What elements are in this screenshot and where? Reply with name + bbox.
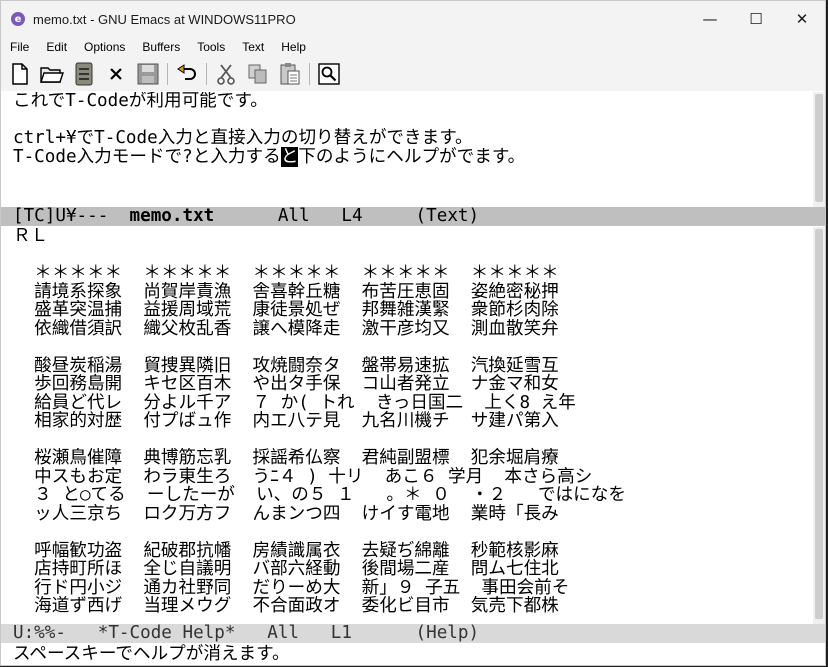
menu-edit[interactable]: Edit: [37, 40, 75, 54]
menu-text[interactable]: Text: [233, 40, 272, 54]
help-line: 請境系探象 尚賀岸責漁 舎喜幹丘糖 布苦圧恵固 姿絶密秘押: [13, 281, 559, 302]
emacs-window: e memo.txt - GNU Emacs at WINDOWS11PRO —…: [0, 0, 826, 666]
menu-help[interactable]: Help: [272, 40, 314, 54]
scrollbar-thumb[interactable]: [815, 229, 823, 619]
menu-options[interactable]: Options: [75, 40, 133, 54]
toolbar-separator: [206, 63, 207, 85]
help-line: ３ と○てる ーしたーが い、の５ １ 。＊ ０ ・２ ではになを: [13, 485, 626, 505]
mode-line-buffer-name: *T-Code Help*: [97, 624, 236, 643]
search-icon[interactable]: [316, 61, 342, 87]
help-line: 依織借須訳 織父枚乱香 譲へ模降走 激干彦均又 測血散笑弁: [13, 318, 559, 339]
help-line: [13, 523, 813, 542]
help-line: ＊＊＊＊＊ ＊＊＊＊＊ ＊＊＊＊＊ ＊＊＊＊＊ ＊＊＊＊＊: [13, 263, 559, 283]
help-line: 桜瀬鳥催障 典博筋忘乳 採謡希仏察 君純副盟標 犯余堀肩療: [13, 448, 559, 468]
menu-tools[interactable]: Tools: [188, 40, 233, 54]
help-table: ＊＊＊＊＊ ＊＊＊＊＊ ＊＊＊＊＊ ＊＊＊＊＊ ＊＊＊＊＊ 請境系探象 尚賀岸責…: [13, 246, 813, 616]
help-line: [13, 431, 813, 450]
mode-line-active[interactable]: [TC]U¥--- memo.txt All L4 (Text): [1, 207, 825, 226]
help-line: 行ド円小ジ 通カ社野同 だりーめ大 新」９ 子五 事田会前そ: [13, 577, 570, 598]
menu-file[interactable]: File: [1, 40, 37, 54]
close-button[interactable]: ✕: [779, 1, 825, 37]
paste-icon[interactable]: [277, 61, 303, 87]
echo-area: スペースキーでヘルプが消えます。: [13, 644, 290, 664]
help-line: [13, 338, 813, 357]
help-line: 相家的対歴 付プばュ作 内エ八テ見 九名川機チ サ建パ第入: [13, 411, 559, 431]
maximize-button[interactable]: ☐: [733, 1, 779, 37]
window-title: memo.txt - GNU Emacs at WINDOWS11PRO: [33, 11, 296, 27]
close-buffer-icon[interactable]: [103, 61, 129, 87]
help-line: 歩回務島開 キセ区百木 や出タ手保 コ山者発立 ナ金マ和女: [13, 374, 559, 394]
menu-bar: File Edit Options Buffers Tools Text Hel…: [1, 37, 825, 57]
toolbar-separator: [309, 63, 310, 85]
mode-line-buffer-name: memo.txt: [129, 207, 215, 226]
scrollbar-thumb[interactable]: [815, 94, 823, 202]
buffer-tcode-help[interactable]: ＲＬ ＊＊＊＊＊ ＊＊＊＊＊ ＊＊＊＊＊ ＊＊＊＊＊ ＊＊＊＊＊ 請境系探象 尚…: [1, 227, 813, 624]
menu-buffers[interactable]: Buffers: [133, 40, 188, 54]
scrollbar-top[interactable]: [813, 92, 825, 207]
text-line: ctrl+¥でT-Code入力と直接入力の切り替えができます。: [13, 128, 473, 148]
buffer-memo-txt[interactable]: これでT-Codeが利用可能です。 ctrl+¥でT-Code入力と直接入力の切…: [1, 92, 813, 207]
title-bar[interactable]: e memo.txt - GNU Emacs at WINDOWS11PRO —…: [1, 1, 825, 37]
text-line: ＲＬ: [13, 227, 49, 246]
toolbar-separator: [167, 63, 168, 85]
text-line: [13, 111, 813, 130]
help-line: 店持町所ほ 全じ自議明 バ部六経動 後間場二産 問ム七住北: [13, 559, 559, 579]
help-line: [13, 246, 813, 265]
copy-icon[interactable]: [245, 61, 271, 87]
help-line: 海道ず西げ 当理メウグ 不合面政オ 委化ビ目市 気売下都株: [13, 596, 559, 616]
text-line: これでT-Codeが利用可能です。: [13, 92, 268, 111]
save-icon[interactable]: [135, 61, 161, 87]
new-file-icon[interactable]: [7, 61, 33, 87]
scrollbar-bottom[interactable]: [813, 227, 825, 624]
help-line: 呼幅歓功盗 紀破郡抗幡 房績識属衣 去疑ぢ綿離 秒範核影麻: [13, 540, 559, 561]
minimize-button[interactable]: —: [687, 1, 733, 37]
open-folder-icon[interactable]: [39, 61, 65, 87]
help-line: 酸昼炭稲湯 貿捜異隣旧 攻焼闘奈タ 盤帯易速拡 汽換延雪互: [13, 355, 559, 376]
undo-icon[interactable]: [174, 61, 200, 87]
help-line: 中スもお定 わラ東生ろ うﾆ４ ) 十リ あこ６ 学月 本さら高シ: [13, 466, 593, 487]
emacs-icon: e: [11, 12, 25, 26]
cursor: と: [280, 146, 299, 167]
toolbar: [1, 57, 825, 91]
dired-icon[interactable]: [71, 61, 97, 87]
help-line: ッ人三京ち ロク万方フ んまンつ四 けイす電地 業時「長み: [13, 503, 559, 524]
text-line: T-Code入力モードで?と入力すると下のようにヘルプがでます。: [13, 146, 526, 167]
cut-icon[interactable]: [213, 61, 239, 87]
mode-line-inactive[interactable]: U:%%- *T-Code Help* All L1 (Help): [1, 624, 825, 643]
help-line: 盛革突温捕 益援周域荒 康徒景処ぜ 邦舞雑漢緊 衆節杉肉除: [13, 300, 559, 320]
help-line: 給員ど代レ 分よル千ア ７ か( トれ きっ日国二 上く8 え年: [13, 392, 576, 413]
